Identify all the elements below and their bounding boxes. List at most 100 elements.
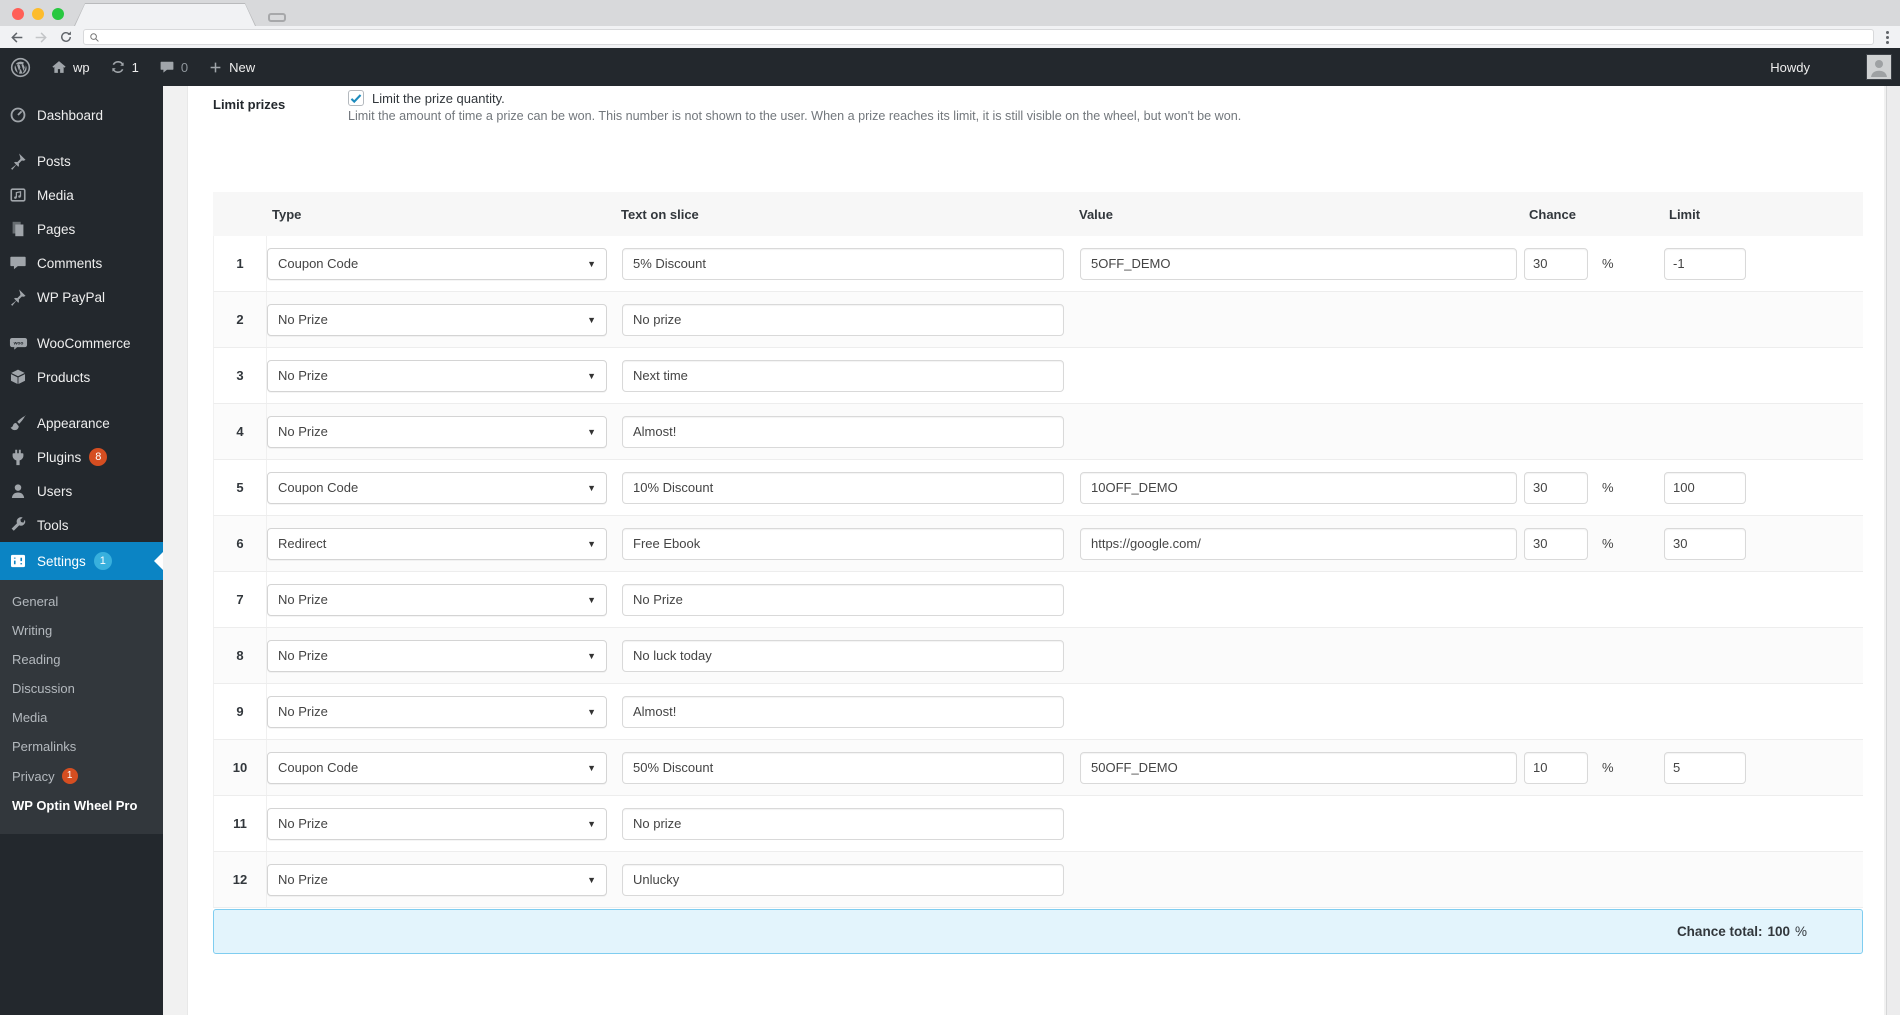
- browser-menu-button[interactable]: [1883, 30, 1892, 44]
- sidebar-item-products[interactable]: Products: [0, 360, 163, 394]
- sidebar-item-posts[interactable]: Posts: [0, 144, 163, 178]
- limit-input[interactable]: [1664, 751, 1746, 784]
- sidebar-item-label: WP PayPal: [37, 289, 106, 305]
- close-window-button[interactable]: [12, 8, 24, 20]
- percent-label: %: [1602, 760, 1614, 775]
- prize-value-input[interactable]: [1080, 751, 1517, 784]
- sidebar-item-pages[interactable]: Pages: [0, 212, 163, 246]
- site-name-item[interactable]: wp: [41, 48, 100, 86]
- forward-button[interactable]: [33, 29, 49, 45]
- slice-text-input[interactable]: [622, 471, 1064, 504]
- type-select[interactable]: No Prize ▼: [267, 303, 607, 336]
- chevron-down-icon: ▼: [587, 426, 596, 437]
- sidebar-item-label: Users: [37, 483, 73, 499]
- limit-cell: [1664, 527, 1754, 560]
- wp-logo-button[interactable]: [0, 48, 41, 86]
- sidebar-subitem-media-settings[interactable]: Media: [0, 703, 163, 732]
- submenu-item-label: General: [12, 594, 59, 609]
- type-select[interactable]: Coupon Code ▼: [267, 751, 607, 784]
- chevron-down-icon: ▼: [587, 874, 596, 885]
- row-number: 6: [214, 516, 267, 571]
- text-cell: [622, 415, 1080, 448]
- type-select[interactable]: Coupon Code ▼: [267, 471, 607, 504]
- slice-text-input[interactable]: [622, 247, 1064, 280]
- slice-text-input[interactable]: [622, 527, 1064, 560]
- type-select[interactable]: Coupon Code ▼: [267, 247, 607, 280]
- sidebar-item-settings[interactable]: Settings 1: [0, 542, 163, 580]
- row-number: 11: [214, 796, 267, 851]
- text-cell: [622, 751, 1080, 784]
- sidebar-subitem-general[interactable]: General: [0, 587, 163, 616]
- new-content-button[interactable]: New: [198, 48, 265, 86]
- howdy-menu[interactable]: Howdy: [1760, 60, 1820, 75]
- slice-text-input[interactable]: [622, 807, 1064, 840]
- slice-text-input[interactable]: [622, 415, 1064, 448]
- type-select[interactable]: No Prize ▼: [267, 639, 607, 672]
- updates-item[interactable]: 1: [100, 48, 149, 86]
- type-select[interactable]: No Prize ▼: [267, 807, 607, 840]
- chance-input[interactable]: [1524, 751, 1588, 784]
- slice-text-input[interactable]: [622, 639, 1064, 672]
- type-select-value: Coupon Code: [278, 760, 359, 775]
- table-row: 11 No Prize ▼: [213, 796, 1863, 852]
- page-scrollbar[interactable]: [1886, 86, 1900, 1015]
- sidebar-item-woocommerce[interactable]: woo WooCommerce: [0, 326, 163, 360]
- sidebar-item-appearance[interactable]: Appearance: [0, 406, 163, 440]
- avatar[interactable]: [1866, 54, 1892, 80]
- back-button[interactable]: [8, 29, 24, 45]
- slice-text-input[interactable]: [622, 359, 1064, 392]
- chance-total-value: 100: [1767, 924, 1790, 939]
- type-cell: No Prize ▼: [267, 415, 622, 448]
- prize-value-input[interactable]: [1080, 247, 1517, 280]
- slice-text-input[interactable]: [622, 583, 1064, 616]
- sidebar-subitem-discussion[interactable]: Discussion: [0, 674, 163, 703]
- type-cell: No Prize ▼: [267, 583, 622, 616]
- prize-value-input[interactable]: [1080, 471, 1517, 504]
- type-select[interactable]: No Prize ▼: [267, 695, 607, 728]
- type-cell: Coupon Code ▼: [267, 751, 622, 784]
- new-label: New: [229, 59, 256, 75]
- limit-prizes-checkbox[interactable]: [348, 90, 364, 106]
- reload-button[interactable]: [58, 29, 74, 45]
- minimize-window-button[interactable]: [32, 8, 44, 20]
- sidebar-subitem-permalinks[interactable]: Permalinks: [0, 732, 163, 761]
- type-select[interactable]: Redirect ▼: [267, 527, 607, 560]
- chevron-down-icon: ▼: [587, 818, 596, 829]
- type-select[interactable]: No Prize ▼: [267, 583, 607, 616]
- home-icon: [52, 61, 66, 73]
- sidebar-subitem-privacy[interactable]: Privacy 1: [0, 761, 163, 791]
- limit-input[interactable]: [1664, 247, 1746, 280]
- slice-text-input[interactable]: [622, 695, 1064, 728]
- type-select[interactable]: No Prize ▼: [267, 415, 607, 448]
- chance-input[interactable]: [1524, 247, 1588, 280]
- limit-input[interactable]: [1664, 471, 1746, 504]
- sidebar-subitem-writing[interactable]: Writing: [0, 616, 163, 645]
- limit-prizes-description: Limit the amount of time a prize can be …: [348, 109, 1242, 123]
- sidebar-item-comments[interactable]: Comments: [0, 246, 163, 280]
- prize-value-input[interactable]: [1080, 527, 1517, 560]
- sidebar-item-wp-paypal[interactable]: WP PayPal: [0, 280, 163, 314]
- sidebar-item-tools[interactable]: Tools: [0, 508, 163, 542]
- limit-input[interactable]: [1664, 527, 1746, 560]
- slice-text-input[interactable]: [622, 303, 1064, 336]
- slice-text-input[interactable]: [622, 863, 1064, 896]
- media-icon: [8, 185, 28, 205]
- sidebar-item-dashboard[interactable]: Dashboard: [0, 98, 163, 132]
- new-tab-button[interactable]: [268, 13, 286, 22]
- sidebar-subitem-reading[interactable]: Reading: [0, 645, 163, 674]
- type-select[interactable]: No Prize ▼: [267, 359, 607, 392]
- chance-input[interactable]: [1524, 471, 1588, 504]
- sidebar-item-plugins[interactable]: Plugins 8: [0, 440, 163, 474]
- comments-item[interactable]: 0: [149, 48, 198, 86]
- sidebar-item-users[interactable]: Users: [0, 474, 163, 508]
- type-select-value: No Prize: [278, 312, 328, 327]
- maximize-window-button[interactable]: [52, 8, 64, 20]
- chance-input[interactable]: [1524, 527, 1588, 560]
- browser-tab[interactable]: [75, 4, 255, 26]
- address-bar[interactable]: [83, 29, 1874, 45]
- type-select[interactable]: No Prize ▼: [267, 863, 607, 896]
- slice-text-input[interactable]: [622, 751, 1064, 784]
- sidebar-subitem-wp-optin-wheel-pro[interactable]: WP Optin Wheel Pro: [0, 791, 163, 820]
- box-icon: [8, 367, 28, 387]
- sidebar-item-media[interactable]: Media: [0, 178, 163, 212]
